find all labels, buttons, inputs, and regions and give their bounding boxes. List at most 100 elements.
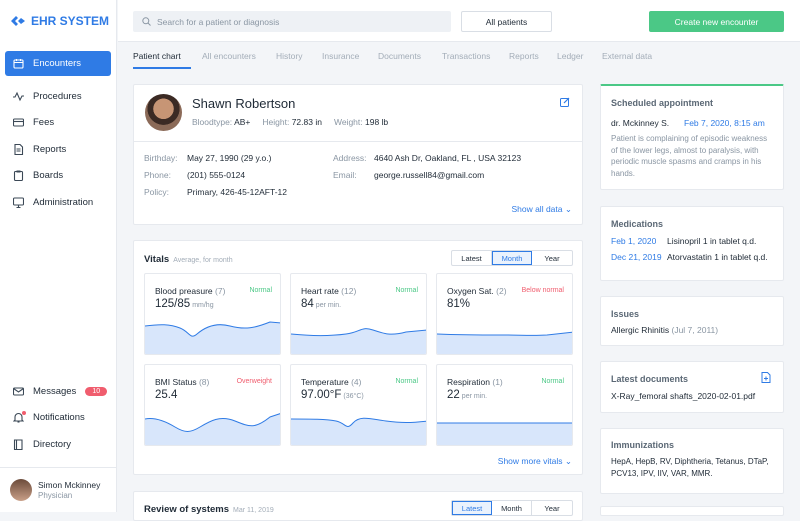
patient-name: Shawn Robertson <box>192 96 296 111</box>
tab-external-data[interactable]: External data <box>602 51 652 61</box>
app-logo[interactable]: EHR SYSTEM <box>11 14 109 28</box>
vital-status: Normal <box>395 378 418 385</box>
sidebar: EHR SYSTEM Encounters Procedures Fees Re… <box>0 0 117 512</box>
vital-status: Normal <box>541 378 564 385</box>
show-all-data-link[interactable]: Show all data ⌄ <box>511 204 572 215</box>
ros-title-text: Review of systems <box>144 504 230 515</box>
documents-title: Latest documents <box>611 374 689 384</box>
vital-status: Overweight <box>236 378 272 385</box>
sidebar-item-encounters[interactable]: Encounters <box>5 51 111 76</box>
tab-patient-chart[interactable]: Patient chart <box>133 51 181 61</box>
email-value: george.russell84@gmail.com <box>374 170 485 180</box>
issues-title: Issues <box>611 309 640 319</box>
period-latest[interactable]: Latest <box>452 251 492 265</box>
period-year[interactable]: Year <box>532 501 572 515</box>
vital-value: 25.4 <box>155 389 179 401</box>
medication-date: Dec 21, 2019 <box>611 252 662 262</box>
divider <box>134 141 582 142</box>
sidebar-item-label: Notifications <box>33 412 85 423</box>
period-month[interactable]: Month <box>492 251 532 265</box>
document-file-link[interactable]: X-Ray_femoral shafts_2020-02-01.pdf <box>611 391 755 401</box>
vital-count: (1) <box>492 377 503 387</box>
sidebar-item-reports[interactable]: Reports <box>5 137 111 162</box>
tab-transactions[interactable]: Transactions <box>442 51 490 61</box>
vital-unit: mm/hg <box>192 302 214 309</box>
birthday-label: Birthday: <box>144 153 178 163</box>
sidebar-item-notifications[interactable]: Notifications <box>5 405 111 430</box>
vital-number: 97.00°F <box>301 389 342 401</box>
messages-count-badge: 10 <box>85 387 108 396</box>
sidebar-item-administration[interactable]: Administration <box>5 190 111 215</box>
patient-card: Shawn Robertson Bloodtype: AB+ Height: 7… <box>133 84 583 225</box>
create-encounter-button[interactable]: Create new encounter <box>649 11 784 32</box>
sidebar-item-label: Administration <box>33 197 94 208</box>
patient-vitals-summary: Bloodtype: AB+ Height: 72.83 in Weight: … <box>192 117 388 127</box>
vital-unit: (36°C) <box>343 393 364 400</box>
vital-sparkline <box>291 417 426 445</box>
vital-value: 125/85 mm/hg <box>155 298 214 310</box>
vital-card-temperature[interactable]: Temperature (4) Normal 97.00°F (36°C) <box>290 364 427 446</box>
appointment-title: Scheduled appointment <box>611 98 714 108</box>
vital-card-heart-rate[interactable]: Heart rate (12) Normal 84 per min. <box>290 273 427 355</box>
tab-documents[interactable]: Documents <box>378 51 421 61</box>
vital-number: 25.4 <box>155 389 178 401</box>
vital-card-bmi[interactable]: BMI Status (8) Overweight 25.4 <box>144 364 281 446</box>
user-name: Simon Mckinney <box>38 480 101 490</box>
vital-number: 22 <box>447 389 460 401</box>
tab-all-encounters[interactable]: All encounters <box>202 51 256 61</box>
vitals-title-text: Vitals <box>144 254 170 265</box>
vital-card-blood-pressure[interactable]: Blood preasure (7) Normal 125/85 mm/hg <box>144 273 281 355</box>
search-placeholder: Search for a patient or diagnosis <box>157 16 280 27</box>
vital-sparkline <box>145 413 280 445</box>
sidebar-item-directory[interactable]: Directory <box>5 432 111 457</box>
phone-label: Phone: <box>144 170 171 180</box>
vital-name: Heart rate (12) <box>301 286 356 296</box>
vital-value: 97.00°F (36°C) <box>301 389 364 401</box>
immunizations-title: Immunizations <box>611 440 675 450</box>
edit-icon[interactable] <box>560 97 570 107</box>
vital-status: Normal <box>395 287 418 294</box>
app-title: EHR SYSTEM <box>31 14 110 28</box>
scheduled-appointment-card[interactable]: Scheduled appointment dr. Mckinney S. Fe… <box>600 84 784 190</box>
period-year[interactable]: Year <box>532 251 572 265</box>
patient-filter-button[interactable]: All patients <box>461 11 552 32</box>
current-user[interactable]: Simon Mckinney Physician <box>0 467 117 512</box>
medication-name: Atorvastatin 1 in tablet q.d. <box>667 252 768 262</box>
vital-label: BMI Status <box>155 377 197 387</box>
file-add-icon[interactable] <box>761 372 771 383</box>
sidebar-item-boards[interactable]: Boards <box>5 163 111 188</box>
vitals-title: Vitals Average, for month <box>144 254 233 265</box>
vital-value: 84 per min. <box>301 298 341 310</box>
period-latest[interactable]: Latest <box>452 501 492 515</box>
show-all-label: Show all data <box>511 204 563 214</box>
appointment-date: Feb 7, 2020, 8:15 am <box>684 118 765 128</box>
medication-name: Lisinopril 1 in tablet q.d. <box>667 236 757 246</box>
tab-ledger[interactable]: Ledger <box>557 51 583 61</box>
show-more-vitals-link[interactable]: Show more vitals ⌄ <box>498 456 572 467</box>
appointment-doctor: dr. Mckinney S. <box>611 118 670 128</box>
period-month[interactable]: Month <box>492 501 532 515</box>
sidebar-item-fees[interactable]: Fees <box>5 110 111 135</box>
vital-count: (8) <box>198 377 210 387</box>
chevron-down-icon: ⌄ <box>564 456 572 466</box>
sidebar-item-messages[interactable]: Messages 10 <box>5 379 111 404</box>
tab-insurance[interactable]: Insurance <box>322 51 359 61</box>
sidebar-item-procedures[interactable]: Procedures <box>5 84 111 109</box>
review-of-systems-card: Review of systems Mar 11, 2019 Latest Mon… <box>133 491 583 521</box>
immunizations-list: HepA, HepB, RV, Diphtheria, Tetanus, DTa… <box>611 457 769 478</box>
vital-card-oxygen-saturation[interactable]: Oxygen Sat. (2) Below normal 81% <box>436 273 573 355</box>
vital-unit: per min. <box>461 393 488 400</box>
issue-name: Allergic Rhinitis <box>611 325 670 335</box>
vital-name: Temperature (4) <box>301 377 361 387</box>
ros-title: Review of systems Mar 11, 2019 <box>144 504 274 515</box>
search-input[interactable]: Search for a patient or diagnosis <box>133 11 451 32</box>
vital-sparkline <box>145 321 280 354</box>
vital-card-respiration[interactable]: Respiration (1) Normal 22 per min. <box>436 364 573 446</box>
address-label: Address: <box>333 153 367 163</box>
vitals-period-selector: Latest Month Year <box>451 250 573 266</box>
vital-unit: per min. <box>315 302 342 309</box>
search-icon <box>142 17 151 26</box>
tab-reports[interactable]: Reports <box>509 51 539 61</box>
clipboard-icon <box>13 170 24 181</box>
tab-history[interactable]: History <box>276 51 302 61</box>
